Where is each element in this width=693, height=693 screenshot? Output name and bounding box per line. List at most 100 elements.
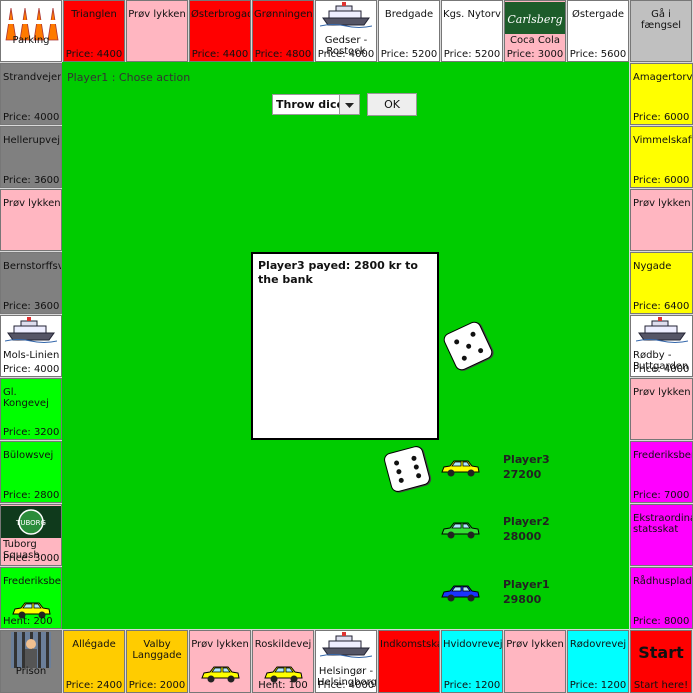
square-ra-dhuspladsen[interactable]: Rådhuspladsen Price: 8000 bbox=[630, 567, 693, 629]
ferry-icon bbox=[4, 317, 58, 347]
svg-text:Carlsberg: Carlsberg bbox=[507, 13, 562, 26]
square-name: Valby Langgade bbox=[132, 639, 182, 661]
square-name: Bredgade bbox=[384, 9, 434, 20]
square-gedser-rostock[interactable]: Gedser - Rostock Price: 4000 bbox=[315, 0, 377, 62]
square-price: Start here! bbox=[633, 680, 689, 691]
square-name: Indkomstskat bbox=[380, 639, 439, 650]
square-name: Prøv lykken bbox=[128, 9, 186, 20]
square-frederiksberg[interactable]: Frederiksberg Hent: 200 bbox=[0, 567, 62, 629]
status-text: Player1 : Chose action bbox=[67, 71, 191, 84]
square-name: Prøv lykken bbox=[191, 639, 249, 650]
square-kgs-nytorv[interactable]: Kgs. Nytorv Price: 5200 bbox=[441, 0, 503, 62]
square-name: Amagertorv bbox=[633, 72, 693, 83]
square-price: Price: 2800 bbox=[3, 490, 60, 501]
ferry-icon bbox=[635, 317, 688, 347]
square-gl-kongevej[interactable]: Gl. Kongevej Price: 3200 bbox=[0, 378, 62, 440]
square-r-dby-puttgarden[interactable]: Rødby - Puttgarden Price: 4000 bbox=[630, 315, 693, 377]
square-price: Price: 3600 bbox=[3, 301, 60, 312]
square-hvidovrevej[interactable]: Hvidovrevej Price: 1200 bbox=[441, 630, 503, 693]
square-ekstraordin-r-statsskat[interactable]: Ekstraordinær statsskat bbox=[630, 504, 693, 566]
square-alle-gade[interactable]: Allégade Price: 2400 bbox=[63, 630, 125, 693]
square-nygade[interactable]: Nygade Price: 6400 bbox=[630, 252, 693, 314]
square-name: Frederiksberg bbox=[3, 576, 61, 587]
square-mols-linien[interactable]: Mols-Linien Price: 4000 bbox=[0, 315, 62, 377]
board-center: Player1 : Chose action Throw dice OK Pla… bbox=[62, 62, 629, 629]
action-select-value: Throw dice bbox=[276, 98, 344, 111]
square-pr-v-lykken[interactable]: Prøv lykken bbox=[189, 630, 251, 693]
square-roskildevej[interactable]: Roskildevej Hent: 100 bbox=[252, 630, 314, 693]
carlsberg-logo-icon: Carlsberg bbox=[505, 2, 565, 38]
square-name: Prøv lykken bbox=[506, 639, 564, 650]
square-pr-v-lykken[interactable]: Prøv lykken bbox=[0, 189, 62, 251]
player-name: Player2 bbox=[503, 515, 550, 528]
square-bernstorffsvej[interactable]: Bernstorffsvej Price: 3600 bbox=[0, 252, 62, 314]
square-gr-nningen[interactable]: Grønningen Price: 4800 bbox=[252, 0, 314, 62]
square-valby-langgade[interactable]: Valby Langgade Price: 2000 bbox=[126, 630, 188, 693]
die-2 bbox=[382, 444, 432, 494]
die-pip bbox=[395, 468, 402, 475]
square-strandvejen[interactable]: Strandvejen Price: 4000 bbox=[0, 63, 62, 125]
square-name: Hvidovrevej bbox=[443, 639, 503, 650]
player-money: 28000 bbox=[503, 530, 542, 543]
square-name: Kgs. Nytorv bbox=[443, 9, 501, 20]
game-board: Parking Trianglen Price: 4400 Prøv lykken Øs… bbox=[0, 0, 693, 693]
square-tuborg-squash[interactable]: TUBORG Tuborg Squash Price: 3000 bbox=[0, 504, 62, 566]
square-price: Price: 2000 bbox=[128, 680, 186, 691]
square-helsing-r-helsingborg[interactable]: Helsingør - Helsingborg Price: 4000 bbox=[315, 630, 377, 693]
square-name: Bernstorffsvej bbox=[3, 261, 61, 272]
square-price: Price: 5200 bbox=[443, 49, 501, 60]
square-vimmelskaftet[interactable]: Vimmelskaftet Price: 6000 bbox=[630, 126, 693, 188]
square-bredgade[interactable]: Bredgade Price: 5200 bbox=[378, 0, 440, 62]
square-sterbrogade[interactable]: Østerbrogade Price: 4400 bbox=[189, 0, 251, 62]
die-pip bbox=[393, 459, 400, 467]
square-price: Price: 1200 bbox=[569, 680, 627, 691]
square-trianglen[interactable]: Trianglen Price: 4400 bbox=[63, 0, 125, 62]
square-hellerupvej[interactable]: Hellerupvej Price: 3600 bbox=[0, 126, 62, 188]
die-pip bbox=[413, 463, 420, 471]
square-name: Prison bbox=[15, 666, 47, 677]
square-name: Coca Cola bbox=[510, 35, 560, 46]
square-bu-lowsvej[interactable]: Bülowsvej Price: 2800 bbox=[0, 441, 62, 503]
die-pip bbox=[410, 455, 418, 462]
square-name: Rødovrevej bbox=[569, 639, 627, 650]
square-pr-v-lykken[interactable]: Prøv lykken bbox=[630, 189, 693, 251]
die-pip bbox=[398, 477, 405, 484]
square-name: Trianglen bbox=[71, 9, 117, 20]
chevron-down-icon[interactable] bbox=[339, 95, 359, 114]
square-price: Price: 6400 bbox=[633, 301, 690, 312]
square-frederiksberg[interactable]: Frederiksberg Price: 7000 bbox=[630, 441, 693, 503]
square-ga-i-f-ngsel[interactable]: Gå i fængsel bbox=[630, 0, 692, 62]
die-pip bbox=[453, 338, 461, 346]
square-price: Hent: 200 bbox=[3, 616, 53, 627]
die-pip bbox=[460, 354, 468, 362]
square-price: Price: 1200 bbox=[443, 680, 501, 691]
square-price: Price: 8000 bbox=[633, 616, 690, 627]
square-pr-v-lykken[interactable]: Prøv lykken bbox=[126, 0, 188, 62]
square-name: Østergade bbox=[571, 9, 625, 20]
square-price: Price: 6000 bbox=[633, 175, 690, 186]
square-parking[interactable]: Parking bbox=[0, 0, 62, 62]
player-token-player1 bbox=[440, 583, 480, 607]
die-pip bbox=[477, 347, 484, 354]
die-pip bbox=[469, 330, 477, 338]
square-name: Frederiksberg bbox=[633, 450, 692, 461]
square-name: Grønningen bbox=[254, 9, 313, 20]
square-stergade[interactable]: Østergade Price: 5600 bbox=[567, 0, 629, 62]
square-pr-v-lykken[interactable]: Prøv lykken bbox=[630, 378, 693, 440]
action-select[interactable]: Throw dice bbox=[272, 94, 360, 115]
square-pr-v-lykken[interactable]: Prøv lykken bbox=[504, 630, 566, 693]
square-start[interactable]: Start Start here! bbox=[630, 630, 692, 693]
ferry-icon bbox=[319, 632, 373, 662]
square-indkomstskat[interactable]: Indkomstskat bbox=[378, 630, 440, 693]
square-r-dovrevej[interactable]: Rødovrevej Price: 1200 bbox=[567, 630, 629, 693]
square-name: Nygade bbox=[633, 261, 672, 272]
square-amagertorv[interactable]: Amagertorv Price: 6000 bbox=[630, 63, 693, 125]
player-money: 27200 bbox=[503, 468, 542, 481]
player-token-player3 bbox=[440, 458, 480, 482]
ferry-icon bbox=[319, 2, 373, 32]
square-coca-cola[interactable]: Carlsberg Coca Cola Price: 3000 bbox=[504, 0, 566, 62]
square-prison[interactable]: Prison bbox=[0, 630, 62, 693]
square-name: Gl. Kongevej bbox=[3, 387, 49, 409]
square-price: Hent: 100 bbox=[258, 680, 308, 691]
ok-button[interactable]: OK bbox=[367, 93, 417, 116]
